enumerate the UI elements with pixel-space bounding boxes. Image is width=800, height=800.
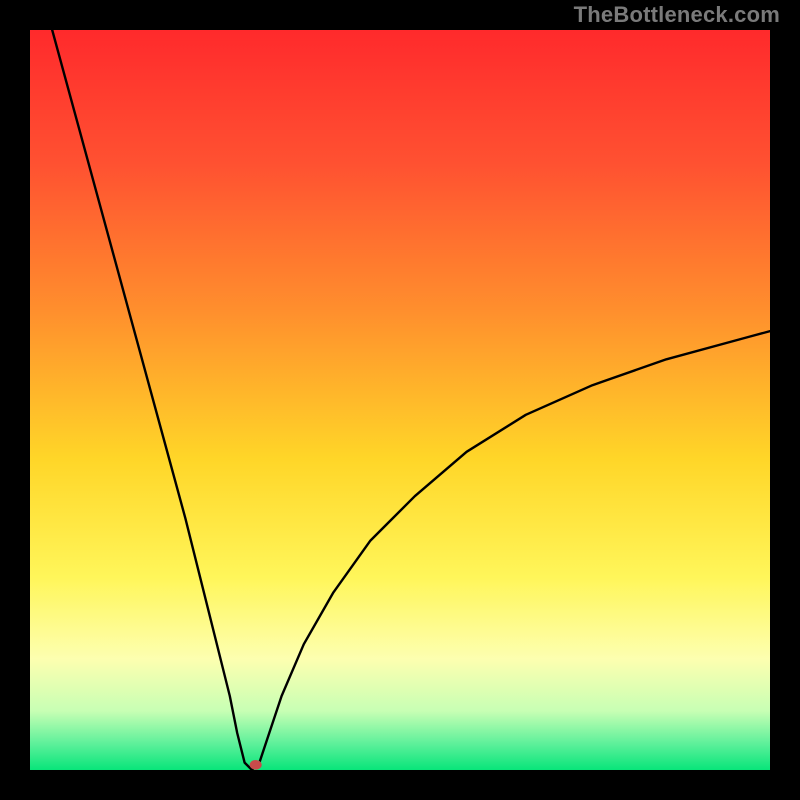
watermark-text: TheBottleneck.com — [574, 2, 780, 28]
plot-area — [30, 30, 770, 770]
chart-svg — [30, 30, 770, 770]
minimum-marker — [250, 760, 262, 770]
gradient-background — [30, 30, 770, 770]
chart-frame: TheBottleneck.com — [0, 0, 800, 800]
